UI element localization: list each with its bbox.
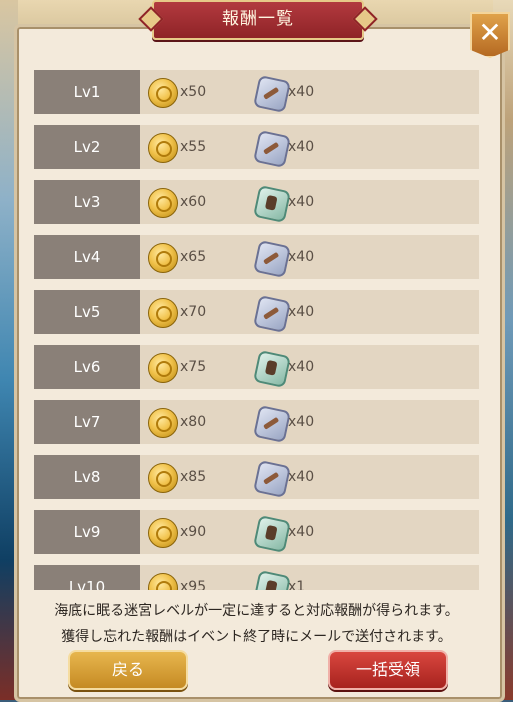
- sword-icon: [253, 405, 291, 443]
- coin-icon: [148, 463, 178, 493]
- reward-row: Lv10 x95 x1: [34, 565, 479, 590]
- back-button[interactable]: 戻る: [68, 650, 188, 690]
- item-amount: x40: [288, 304, 315, 320]
- reward-row: Lv7 x80 x40: [34, 400, 479, 444]
- coin-icon: [148, 78, 178, 108]
- coin-icon: [148, 518, 178, 548]
- coin-icon: [148, 573, 178, 590]
- item-amount: x40: [288, 249, 315, 265]
- shield-icon: [253, 350, 291, 388]
- level-label: Lv10: [34, 565, 140, 590]
- shield-icon: [253, 185, 291, 223]
- reward-row: Lv5 x70 x40: [34, 290, 479, 334]
- coin-amount: x60: [180, 194, 207, 210]
- coin-icon: [148, 408, 178, 438]
- coin-icon: [148, 133, 178, 163]
- coin-amount: x70: [180, 304, 207, 320]
- level-label: Lv6: [34, 345, 140, 389]
- reward-row: Lv1 x50 x40: [34, 70, 479, 114]
- reward-row: Lv3 x60 x40: [34, 180, 479, 224]
- coin-amount: x75: [180, 359, 207, 375]
- coin-icon: [148, 353, 178, 383]
- ticket-icon: [253, 570, 291, 590]
- level-label: Lv3: [34, 180, 140, 224]
- claim-all-button[interactable]: 一括受領: [328, 650, 448, 690]
- dialog-title: 報酬一覧: [138, 0, 378, 40]
- staff-icon: [253, 460, 291, 498]
- coin-icon: [148, 243, 178, 273]
- coin-amount: x80: [180, 414, 207, 430]
- level-label: Lv9: [34, 510, 140, 554]
- reward-row: Lv6 x75 x40: [34, 345, 479, 389]
- item-amount: x40: [288, 414, 315, 430]
- staff-icon: [253, 130, 291, 168]
- close-icon: ✕: [478, 16, 502, 49]
- reward-row: Lv9 x90 x40: [34, 510, 479, 554]
- coin-icon: [148, 188, 178, 218]
- coin-amount: x85: [180, 469, 207, 485]
- coin-amount: x90: [180, 524, 207, 540]
- item-amount: x40: [288, 359, 315, 375]
- item-amount: x40: [288, 84, 315, 100]
- close-button[interactable]: ✕: [470, 12, 510, 58]
- item-amount: x40: [288, 524, 315, 540]
- info-text-line1: 海底に眠る迷宮レベルが一定に達すると対応報酬が得られます。: [54, 603, 459, 619]
- item-amount: x1: [288, 579, 306, 590]
- sword-icon: [253, 75, 291, 113]
- item-amount: x40: [288, 194, 315, 210]
- item-amount: x40: [288, 469, 315, 485]
- coin-amount: x55: [180, 139, 207, 155]
- reward-row: Lv4 x65 x40: [34, 235, 479, 279]
- shield-icon: [253, 515, 291, 553]
- level-label: Lv2: [34, 125, 140, 169]
- dialog-title-text: 報酬一覧: [222, 9, 294, 29]
- level-label: Lv7: [34, 400, 140, 444]
- coin-amount: x50: [180, 84, 207, 100]
- staff-icon: [253, 295, 291, 333]
- coin-amount: x65: [180, 249, 207, 265]
- coin-amount: x95: [180, 579, 207, 590]
- level-label: Lv5: [34, 290, 140, 334]
- reward-list[interactable]: Lv1 x50 x40 Lv2 x55 x40 Lv3 x60 x40 Lv4 …: [34, 70, 479, 590]
- item-amount: x40: [288, 139, 315, 155]
- coin-icon: [148, 298, 178, 328]
- sword-icon: [253, 240, 291, 278]
- reward-row: Lv2 x55 x40: [34, 125, 479, 169]
- level-label: Lv8: [34, 455, 140, 499]
- level-label: Lv1: [34, 70, 140, 114]
- reward-row: Lv8 x85 x40: [34, 455, 479, 499]
- info-text-line2: 獲得し忘れた報酬はイベント終了時にメールで送付されます。: [61, 629, 452, 645]
- level-label: Lv4: [34, 235, 140, 279]
